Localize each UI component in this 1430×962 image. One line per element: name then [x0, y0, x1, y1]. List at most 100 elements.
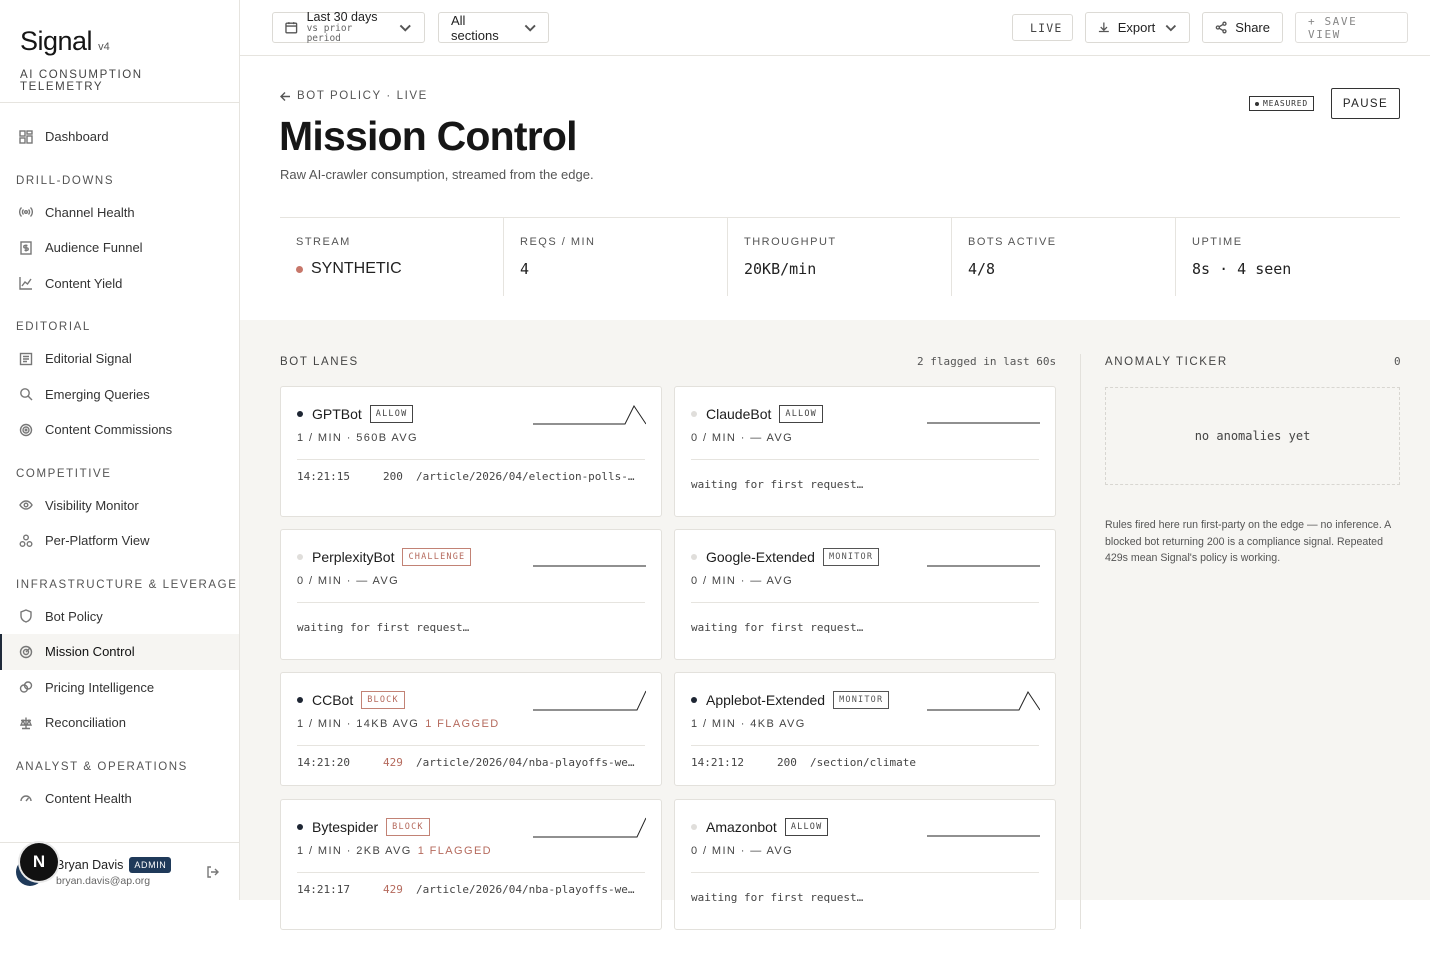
platforms-icon	[18, 533, 34, 549]
request-status: 429	[383, 883, 403, 896]
brand-name: Signal	[20, 26, 93, 56]
sidebar-item-label: Emerging Queries	[45, 386, 150, 402]
sparkline	[533, 404, 647, 426]
card-divider	[691, 872, 1039, 873]
card-divider	[297, 459, 645, 460]
activity-dot	[297, 411, 303, 417]
share-label: Share	[1235, 20, 1270, 35]
last-request[interactable]: 14:21:15 200/article/2026/04/election-pol…	[297, 470, 641, 483]
bot-lane-card[interactable]: CCBot BLOCK 1 / MIN · 14KB AVG 1 FLAGGED 14:…	[280, 672, 662, 786]
sidebar-section-title: DRILL-DOWNS	[16, 174, 115, 187]
sidebar-item-mission-control[interactable]: Mission Control	[0, 634, 239, 670]
sidebar-item-pricing-intelligence[interactable]: Pricing Intelligence	[0, 670, 239, 706]
save-view-button[interactable]: + SAVE VIEW	[1295, 12, 1408, 43]
bot-name: Applebot-Extended	[706, 692, 826, 708]
sidebar-item-label: Content Yield	[45, 275, 123, 291]
sidebar-item-visibility-monitor[interactable]: Visibility Monitor	[0, 488, 239, 524]
topbar: Last 30 days vs prior period All section…	[240, 0, 1430, 56]
bot-lane-card[interactable]: PerplexityBot CHALLENGE 0 / MIN · — AVG wai…	[280, 529, 662, 660]
measured-label: MEASURED	[1263, 99, 1308, 108]
sidebar-item-content-yield[interactable]: Content Yield	[0, 266, 239, 302]
policy-badge: MONITOR	[833, 691, 890, 709]
sidebar-section-title: EDITORIAL	[16, 321, 91, 333]
share-icon	[1215, 21, 1227, 34]
sidebar: Signal v4 AI CONSUMPTION TELEMETRY Dashb…	[0, 0, 240, 900]
date-range-picker[interactable]: Last 30 days vs prior period	[272, 10, 425, 45]
sparkline	[927, 690, 1041, 712]
newspaper-icon	[18, 351, 34, 367]
request-path: /article/2026/04/election-polls-s…	[416, 470, 641, 483]
sidebar-item-label: Editorial Signal	[45, 351, 132, 367]
floating-avatar-badge[interactable]: N	[20, 843, 58, 881]
broadcast-icon	[18, 204, 34, 220]
bot-lane-card[interactable]: Amazonbot ALLOW 0 / MIN · — AVG waiting for…	[674, 799, 1056, 930]
request-time: 14:21:20	[297, 756, 350, 769]
bot-lane-card[interactable]: Google-Extended MONITOR 0 / MIN · — AVG wai…	[674, 529, 1056, 660]
bot-name: ClaudeBot	[706, 406, 772, 422]
request-status: 200	[383, 470, 403, 483]
line-chart-icon	[18, 275, 34, 291]
flagged-count: 1 FLAGGED	[425, 718, 500, 730]
eye-icon	[18, 497, 34, 513]
policy-badge: ALLOW	[784, 818, 829, 836]
bot-lane-card[interactable]: Applebot-Extended MONITOR 1 / MIN · 4KB AV…	[674, 672, 1056, 786]
sidebar-item-audience-funnel[interactable]: Audience Funnel	[0, 230, 239, 266]
share-button[interactable]: Share	[1202, 12, 1283, 43]
pause-button[interactable]: PAUSE	[1331, 88, 1400, 119]
sidebar-item-per-platform-view[interactable]: Per-Platform View	[0, 523, 239, 559]
stat-uptime: UPTIME 8s · 4 seen	[1176, 218, 1400, 296]
dollar-doc-icon	[18, 240, 34, 256]
bot-lane-card[interactable]: ClaudeBot ALLOW 0 / MIN · — AVG waiting for…	[674, 386, 1056, 517]
radar-icon	[18, 644, 34, 660]
arrow-left-icon	[280, 91, 290, 101]
policy-badge: CHALLENGE	[402, 548, 472, 566]
stat-value: 20KB/min	[744, 260, 817, 278]
live-label: LIVE	[1030, 20, 1063, 35]
policy-badge: BLOCK	[361, 691, 405, 709]
bot-name: Google-Extended	[706, 549, 815, 565]
sidebar-item-dashboard[interactable]: Dashboard	[0, 119, 239, 155]
bot-lane-card[interactable]: GPTBot ALLOW 1 / MIN · 560B AVG 14:21:15 200…	[280, 386, 662, 517]
sparkline	[533, 690, 647, 712]
dashboard-icon	[18, 129, 34, 145]
request-path: /article/2026/04/nba-playoffs-wes…	[416, 883, 641, 896]
bot-lanes-title: BOT LANES	[280, 356, 359, 368]
download-icon	[1098, 22, 1109, 33]
page-title: Mission Control	[279, 113, 578, 159]
page-header: BOT POLICY · LIVE Mission Control Raw AI…	[240, 56, 1430, 320]
stat-label: REQS / MIN	[520, 236, 596, 248]
sidebar-item-content-health[interactable]: Content Health	[0, 781, 239, 817]
sections-filter[interactable]: All sections	[438, 12, 549, 43]
date-range-compare: vs prior period	[306, 23, 353, 45]
bot-name: Bytespider	[312, 819, 379, 835]
sidebar-item-channel-health[interactable]: Channel Health	[0, 195, 239, 231]
export-button[interactable]: Export	[1085, 12, 1190, 43]
chevron-down-icon	[400, 24, 412, 32]
sidebar-item-label: Content Commissions	[45, 422, 173, 438]
policy-badge: ALLOW	[779, 405, 823, 423]
sidebar-item-label: Content Health	[45, 790, 132, 806]
sidebar-item-content-commissions[interactable]: Content Commissions	[0, 412, 239, 448]
bot-lane-card[interactable]: Bytespider BLOCK 1 / MIN · 2KB AVG 1 FLAGGE…	[280, 799, 662, 930]
waiting-text: waiting for first request…	[691, 621, 864, 634]
anomaly-empty-state: no anomalies yet	[1105, 387, 1400, 485]
sidebar-item-emerging-queries[interactable]: Emerging Queries	[0, 377, 239, 413]
last-request[interactable]: 14:21:12 200/section/climate	[691, 756, 1035, 769]
live-toggle[interactable]: LIVE	[1012, 14, 1073, 41]
logout-icon[interactable]	[206, 865, 220, 879]
sidebar-item-editorial-signal[interactable]: Editorial Signal	[0, 341, 239, 377]
bot-name: PerplexityBot	[312, 549, 395, 565]
bot-rate: 1 / MIN · 560B AVG	[297, 432, 418, 444]
chevron-down-icon	[1165, 24, 1177, 32]
stat-bots-active: BOTS ACTIVE 4/8	[952, 218, 1176, 296]
card-divider	[691, 745, 1039, 746]
last-request[interactable]: 14:21:20 429/article/2026/04/nba-playoffs…	[297, 756, 641, 769]
activity-dot	[691, 824, 697, 830]
last-request[interactable]: 14:21:17 429/article/2026/04/nba-playoffs…	[297, 883, 641, 896]
sidebar-item-reconciliation[interactable]: Reconciliation	[0, 705, 239, 741]
request-status: 429	[383, 756, 403, 769]
bot-rate: 1 / MIN · 2KB AVG	[297, 845, 412, 857]
sidebar-item-bot-policy[interactable]: Bot Policy	[0, 599, 239, 635]
activity-dot	[297, 554, 303, 560]
breadcrumb[interactable]: BOT POLICY · LIVE	[280, 90, 428, 102]
